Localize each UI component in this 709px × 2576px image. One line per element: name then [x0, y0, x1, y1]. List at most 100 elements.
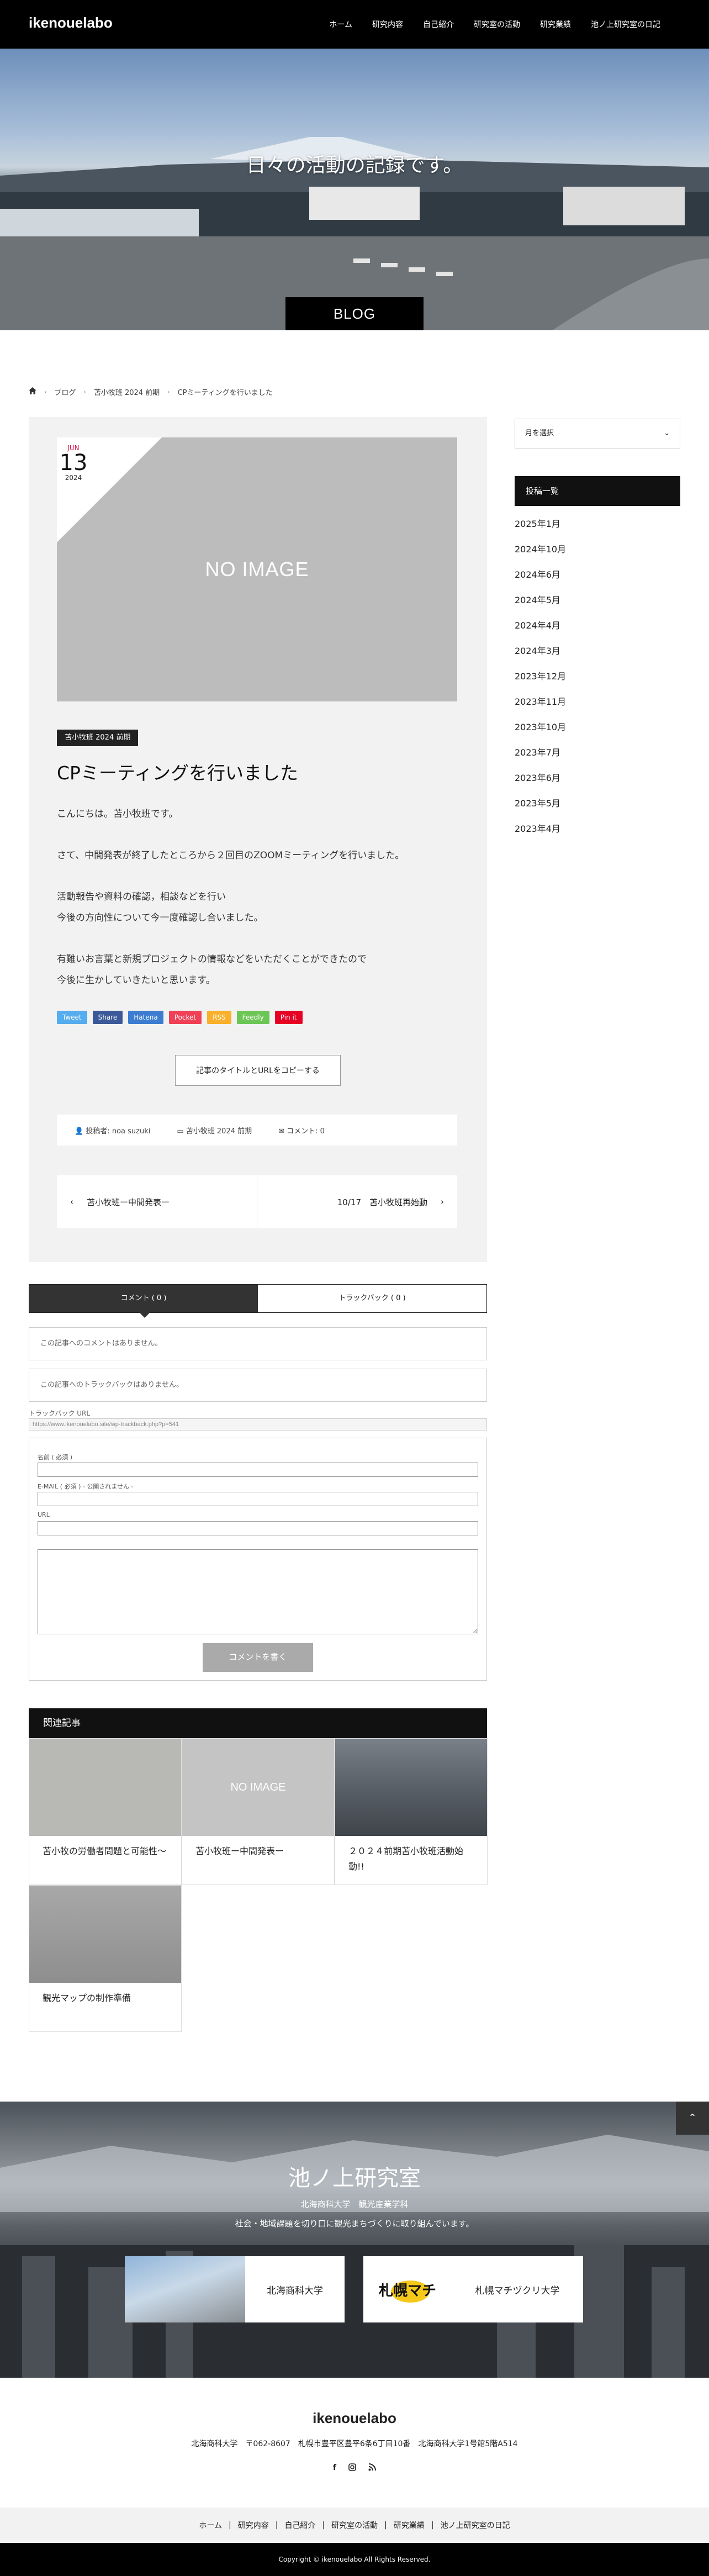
related-post[interactable]: 苫小牧の労働者問題と可能性〜 [29, 1738, 182, 1885]
nav-diary[interactable]: 池ノ上研究室の日記 [581, 19, 670, 30]
related-post[interactable]: ２０２４前期苫小牧班活動始動!! [335, 1738, 488, 1885]
comment-icon: ✉ [278, 1127, 287, 1136]
divider: | [322, 2521, 325, 2530]
no-image-text: NO IMAGE [205, 558, 309, 580]
nav-profile[interactable]: 自己紹介 [413, 19, 464, 30]
archive-link[interactable]: 2024年10月 [515, 544, 566, 555]
category-badge[interactable]: 苫小牧班 2024 前期 [57, 730, 139, 746]
next-post-title: 10/17 苫小牧班再始動 [337, 1197, 427, 1207]
next-post-link[interactable]: 10/17 苫小牧班再始動 › [257, 1175, 457, 1228]
back-to-top-button[interactable]: ⌃ [676, 2102, 709, 2135]
meta-category-link[interactable]: 苫小牧班 2024 前期 [186, 1127, 252, 1136]
post-paragraph: 活動報告や資料の確認，相談などを行い [57, 891, 226, 902]
site-logo[interactable]: ikenouelabo [29, 14, 113, 31]
banner-hokkai-school[interactable]: 北海商科大学 [125, 2256, 345, 2322]
hero-image [0, 49, 709, 330]
user-icon: 👤 [75, 1127, 86, 1136]
footer-hero-sub2: 社会・地域課題を切り口に観光まちづくりに取り組んでいます。 [235, 2219, 474, 2229]
archive-link[interactable]: 2023年6月 [515, 773, 560, 783]
archive-link[interactable]: 2025年1月 [515, 519, 560, 529]
archive-link[interactable]: 2023年4月 [515, 824, 560, 834]
archive-link[interactable]: 2024年4月 [515, 620, 560, 631]
trackback-url-field[interactable] [29, 1418, 487, 1430]
divider: | [431, 2521, 434, 2530]
banner-label: 北海商科大学 [267, 2285, 323, 2297]
name-label: 名前 ( 必須 ) [38, 1454, 73, 1461]
share-facebook-button[interactable]: Share [92, 1011, 123, 1024]
archive-link[interactable]: 2023年5月 [515, 798, 560, 809]
archive-link[interactable]: 2023年11月 [515, 696, 566, 707]
related-title: 苫小牧の労働者問題と可能性〜 [43, 1846, 167, 1856]
footer-nav-achievements[interactable]: 研究業績 [394, 2520, 425, 2531]
nav-activities[interactable]: 研究室の活動 [464, 19, 530, 30]
footer-logo[interactable]: ikenouelabo [0, 2410, 709, 2427]
comment-textarea[interactable] [38, 1549, 478, 1634]
url-field[interactable] [38, 1521, 478, 1535]
share-pocket-button[interactable]: Pocket [168, 1011, 202, 1024]
post-paragraph: さて、中間発表が終了したところから２回目のZOOMミーティングを行いました。 [57, 850, 405, 861]
related-thumb [29, 1886, 181, 1983]
facebook-icon[interactable]: f [333, 2463, 336, 2473]
nav-achievements[interactable]: 研究業績 [530, 19, 581, 30]
footer-nav-diary[interactable]: 池ノ上研究室の日記 [441, 2520, 510, 2531]
share-twitter-button[interactable]: Tweet [57, 1011, 87, 1024]
breadcrumb-blog[interactable]: ブログ [54, 387, 76, 397]
footer-nav: ホーム | 研究内容 | 自己紹介 | 研究室の活動 | 研究業績 | 池ノ上研究室の日記 [0, 2508, 709, 2543]
share-rss-button[interactable]: RSS [207, 1011, 231, 1024]
comment-tabs: コメント ( 0 ) トラックバック ( 0 ) [29, 1284, 487, 1313]
url-label: URL [38, 1511, 50, 1518]
post-meta: 👤 投稿者: noa suzuki ▭ 苫小牧班 2024 前期 ✉ コメント:… [57, 1115, 457, 1146]
breadcrumb-current: CPミーティングを行いました [177, 389, 273, 397]
email-field[interactable] [38, 1492, 478, 1506]
footer-nav-research[interactable]: 研究内容 [238, 2520, 269, 2531]
prev-post-link[interactable]: ‹ 苫小牧班ー中間発表ー [57, 1175, 257, 1228]
share-feedly-button[interactable]: Feedly [236, 1011, 269, 1024]
nav-research[interactable]: 研究内容 [362, 19, 413, 30]
archive-link[interactable]: 2024年3月 [515, 646, 560, 656]
post-pagination: ‹ 苫小牧班ー中間発表ー 10/17 苫小牧班再始動 › [57, 1175, 457, 1228]
tab-trackbacks[interactable]: トラックバック ( 0 ) [258, 1285, 486, 1312]
archive-link[interactable]: 2023年7月 [515, 747, 560, 758]
footer-nav-profile[interactable]: 自己紹介 [284, 2520, 315, 2531]
post-paragraph: 今後に生かしていきたいと思います。 [57, 975, 215, 986]
author: 👤 投稿者: noa suzuki [75, 1125, 150, 1136]
share-buttons: Tweet Share Hatena Pocket RSS Feedly Pin… [57, 1011, 303, 1024]
chevron-right-icon: › [83, 388, 86, 395]
chevron-right-icon: › [167, 388, 170, 395]
archive-select[interactable]: 月を選択 ⌄ [515, 419, 680, 448]
footer-nav-activities[interactable]: 研究室の活動 [331, 2520, 378, 2531]
home-icon[interactable] [29, 387, 36, 397]
related-thumb [335, 1739, 487, 1836]
post-paragraph: こんにちは。苫小牧班です。 [57, 809, 178, 820]
footer-hero-title: 池ノ上研究室 [288, 2166, 421, 2191]
submit-comment-button[interactable]: コメントを書く [203, 1643, 313, 1672]
post-title: CPミーティングを行いました [57, 762, 298, 784]
breadcrumb-category[interactable]: 苫小牧班 2024 前期 [94, 387, 160, 397]
share-pinterest-button[interactable]: Pin it [274, 1011, 303, 1024]
chevron-right-icon: › [44, 388, 47, 395]
nav-home[interactable]: ホーム [319, 19, 362, 30]
related-post[interactable]: 観光マップの制作準備 [29, 1885, 182, 2032]
tab-comments[interactable]: コメント ( 0 ) [29, 1285, 258, 1312]
email-label: E-MAIL ( 必須 ) - 公開されません - [38, 1483, 134, 1490]
chevron-left-icon: ‹ [70, 1197, 73, 1207]
archive-link[interactable]: 2024年5月 [515, 595, 560, 605]
related-post[interactable]: NO IMAGE 苫小牧班ー中間発表ー [182, 1738, 335, 1885]
footer-nav-home[interactable]: ホーム [199, 2520, 222, 2531]
banner-label: 札幌マチヅクリ大学 [475, 2285, 560, 2297]
related-thumb: NO IMAGE [182, 1739, 334, 1836]
machizukuri-logo: 札幌マチ [363, 2256, 452, 2322]
instagram-icon[interactable] [348, 2463, 356, 2473]
banner-photo [125, 2256, 245, 2322]
related-title: 観光マップの制作準備 [43, 1993, 131, 2003]
archive-link[interactable]: 2024年6月 [515, 569, 560, 580]
archive-link[interactable]: 2023年10月 [515, 722, 566, 732]
banner-machizukuri[interactable]: 札幌マチ 札幌マチヅクリ大学 [363, 2256, 583, 2322]
archive-link[interactable]: 2023年12月 [515, 671, 566, 682]
name-field[interactable] [38, 1463, 478, 1477]
prev-post-title: 苫小牧班ー中間発表ー [87, 1197, 170, 1207]
share-hatena-button[interactable]: Hatena [128, 1011, 163, 1024]
rss-icon[interactable] [368, 2463, 377, 2473]
chevron-right-icon: › [441, 1197, 444, 1207]
copy-title-url-button[interactable]: 記事のタイトルとURLをコピーする [175, 1055, 341, 1086]
